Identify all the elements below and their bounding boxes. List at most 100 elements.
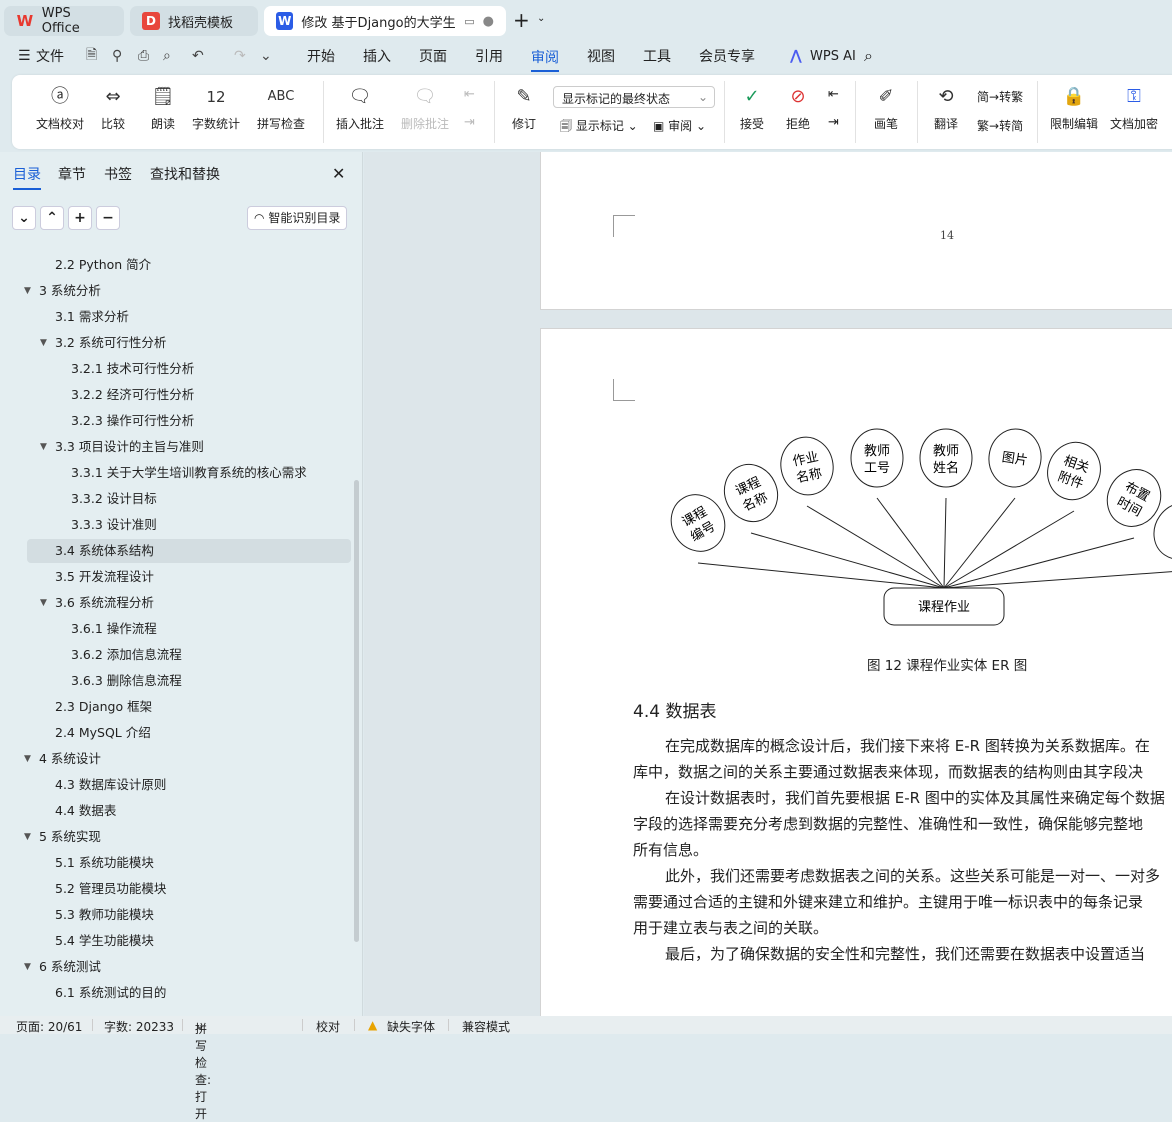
more-icon[interactable]: ⌄ (260, 48, 272, 64)
toc-item[interactable]: ▼ 4 系统设计 (0, 747, 350, 771)
insert-comment-button[interactable]: 🗨 插入批注 (334, 83, 386, 132)
proof-status[interactable]: 校对 (316, 1018, 340, 1035)
pen-button[interactable]: ✐ 画笔 (868, 83, 904, 132)
toc-item[interactable]: 2.3 Django 框架 (0, 695, 350, 719)
menu-member[interactable]: 会员专享 (699, 46, 755, 66)
toc-item[interactable]: 5.4 学生功能模块 (0, 929, 350, 953)
toc-item[interactable]: 4.4 数据表 (0, 799, 350, 823)
reject-button[interactable]: ⊘ 拒绝 (780, 83, 816, 132)
search-icon[interactable]: ⌕ (864, 46, 873, 66)
toc-item[interactable]: ▼ 3 系统分析 (0, 279, 350, 303)
tab-find-replace[interactable]: 查找和替换 (150, 164, 220, 184)
toc-item[interactable]: ▼ 6 系统测试 (0, 955, 350, 979)
toc-item[interactable]: 3.2.1 技术可行性分析 (0, 357, 350, 381)
toc-item[interactable]: ▼ 3.6 系统流程分析 (0, 591, 350, 615)
toc-item[interactable]: 6.1 系统测试的目的 (0, 981, 350, 1005)
toc-item[interactable]: 3.4 系统体系结构 (27, 539, 351, 563)
tab-docer[interactable]: D 找稻壳模板 (130, 6, 258, 36)
toc-item[interactable]: 3.3.1 关于大学生培训教育系统的核心需求 (0, 461, 350, 485)
toc-item[interactable]: 2.4 MySQL 介绍 (0, 721, 350, 745)
proof-button[interactable]: ⓐ 文档校对 (28, 83, 92, 132)
share-icon[interactable]: ⚲ (112, 48, 122, 64)
expand-down-button[interactable]: ⌄ (12, 206, 36, 230)
undo-icon[interactable]: ↶ (192, 48, 204, 64)
menu-insert[interactable]: 插入 (363, 46, 391, 66)
next-change-icon[interactable]: ⇥ (828, 115, 839, 130)
missing-font-button[interactable]: 缺失字体 (387, 1018, 435, 1035)
remove-heading-button[interactable]: − (96, 206, 120, 230)
to-traditional-button[interactable]: 简→转繁 (977, 88, 1023, 105)
toc-item[interactable]: 3.6.3 删除信息流程 (0, 669, 350, 693)
expand-arrow-icon[interactable]: ▼ (40, 331, 47, 355)
compare-button[interactable]: ⇔ 比较 (98, 83, 128, 132)
smart-toc-button[interactable]: ◠ 智能识别目录 (247, 206, 348, 230)
redo-icon[interactable]: ↷ (234, 48, 246, 64)
toc-item[interactable]: 3.3.3 设计准则 (0, 513, 350, 537)
toc-item[interactable]: ▼ 5 系统实现 (0, 825, 350, 849)
page-indicator[interactable]: 页面: 20/61 (16, 1018, 82, 1035)
toc-item[interactable]: ▼ 3.3 项目设计的主旨与准则 (0, 435, 350, 459)
delete-comment-button[interactable]: 🗨 删除批注 (396, 83, 454, 132)
read-aloud-button[interactable]: 🗒 朗读 (148, 83, 178, 132)
print-icon[interactable]: ⎙ (138, 48, 149, 64)
menu-review[interactable]: 审阅 (531, 47, 559, 72)
restrict-edit-button[interactable]: 🔒 限制编辑 (1048, 83, 1100, 132)
menu-file[interactable]: 文件 (36, 46, 64, 66)
collapse-up-button[interactable]: ⌃ (40, 206, 64, 230)
toc-item[interactable]: 3.5 开发流程设计 (0, 565, 350, 589)
word-count-button[interactable]: 12 字数统计 (190, 83, 242, 132)
expand-arrow-icon[interactable]: ▼ (24, 825, 31, 849)
toc-item[interactable]: 3.6.1 操作流程 (0, 617, 350, 641)
menu-page[interactable]: 页面 (419, 46, 447, 66)
scrollbar-thumb[interactable] (354, 480, 359, 942)
previous-change-icon[interactable]: ⇤ (828, 87, 839, 102)
menu-view[interactable]: 视图 (587, 46, 615, 66)
toc-item[interactable]: 3.3.2 设计目标 (0, 487, 350, 511)
expand-arrow-icon[interactable]: ▼ (24, 747, 31, 771)
tab-wps-office[interactable]: W WPS Office (4, 6, 124, 36)
menu-reference[interactable]: 引用 (475, 46, 503, 66)
toc-item[interactable]: 5.3 教师功能模块 (0, 903, 350, 927)
add-heading-button[interactable]: + (68, 206, 92, 230)
expand-arrow-icon[interactable]: ▼ (40, 591, 47, 615)
tab-document[interactable]: W 修改 基于Django的大学生培训 ▭ ● (264, 6, 506, 36)
toc-item[interactable]: 3.2.3 操作可行性分析 (0, 409, 350, 433)
tab-toc[interactable]: 目录 (13, 164, 41, 190)
tab-chapters[interactable]: 章节 (58, 164, 86, 184)
toc-item[interactable]: 4.3 数据库设计原则 (0, 773, 350, 797)
wps-ai-button[interactable]: WPS AI (810, 49, 856, 64)
expand-arrow-icon[interactable]: ▼ (24, 955, 31, 979)
show-markup-button[interactable]: 🗐 显示标记 ⌄ (560, 117, 638, 138)
encrypt-button[interactable]: ⚿ 文档加密 (1108, 83, 1160, 132)
toc-item[interactable]: 3.1 需求分析 (0, 305, 350, 329)
word-count[interactable]: 字数: 20233 (104, 1018, 174, 1035)
toc-item[interactable]: 3.2.2 经济可行性分析 (0, 383, 350, 407)
to-simplified-button[interactable]: 繁→转简 (977, 117, 1023, 134)
save-icon[interactable]: 🗎 (86, 44, 97, 68)
markup-state-select[interactable]: 显示标记的最终状态 ⌄ (553, 86, 715, 108)
tab-bookmarks[interactable]: 书签 (104, 164, 132, 184)
toc-item[interactable]: 5.1 系统功能模块 (0, 851, 350, 875)
hamburger-icon[interactable]: ☰ (18, 48, 31, 64)
accept-button[interactable]: ✓ 接受 (734, 83, 770, 132)
revise-button[interactable]: ✎ 修订 (506, 83, 542, 132)
spell-check-button[interactable]: ABC 拼写检查 (250, 83, 312, 132)
menu-home[interactable]: 开始 (307, 46, 335, 66)
toc-item[interactable]: 3.6.2 添加信息流程 (0, 643, 350, 667)
toc-item[interactable]: ▼ 3.2 系统可行性分析 (0, 331, 350, 355)
previous-comment-icon[interactable]: ⇤ (464, 87, 475, 102)
new-tab-icon[interactable]: + (513, 8, 530, 32)
expand-arrow-icon[interactable]: ▼ (40, 435, 47, 459)
next-comment-icon[interactable]: ⇥ (464, 115, 475, 130)
toc-item[interactable]: 2.2 Python 简介 (0, 253, 350, 277)
toc-item[interactable]: 5.2 管理员功能模块 (0, 877, 350, 901)
review-pane-button[interactable]: ▣ 审阅 ⌄ (653, 117, 706, 134)
close-icon[interactable]: ✕ (332, 164, 345, 183)
translate-button[interactable]: ⟲ 翻译 (926, 83, 966, 132)
expand-arrow-icon[interactable]: ▼ (24, 279, 31, 303)
monitor-icon[interactable]: ▭ (464, 15, 474, 28)
print-preview-icon[interactable]: ⌕ (163, 48, 171, 64)
chevron-down-icon[interactable]: ⌄ (537, 13, 545, 24)
menu-tools[interactable]: 工具 (643, 46, 671, 66)
spell-check-status[interactable]: 拼写检查: 打开 ⌄ (195, 1018, 211, 1121)
